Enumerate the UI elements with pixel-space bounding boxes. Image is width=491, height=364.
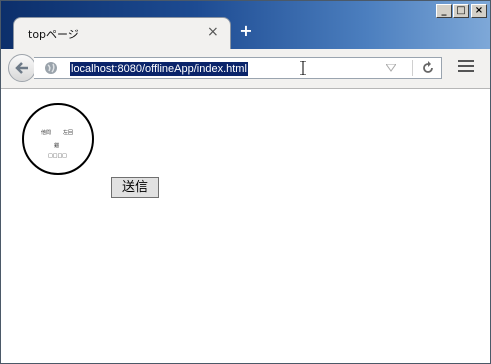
circle-figure: 他問 左回 錨 □□□□ bbox=[22, 103, 94, 175]
tab-top-page[interactable]: topページ × bbox=[13, 17, 231, 49]
dropdown-arrow-icon[interactable] bbox=[386, 64, 396, 72]
plus-icon[interactable]: + bbox=[238, 23, 254, 39]
circle-label: 錨 bbox=[54, 143, 60, 149]
back-arrow-icon bbox=[15, 62, 28, 74]
text-cursor-icon bbox=[300, 61, 306, 75]
page-content: 他問 左回 錨 □□□□ 送信 bbox=[1, 89, 490, 363]
browser-window: _ □ × topページ × + localhost:8080/offlineA… bbox=[0, 0, 491, 364]
reload-icon bbox=[423, 61, 433, 73]
navigation-toolbar: localhost:8080/offlineApp/index.html bbox=[1, 49, 490, 89]
circle-label: 他問 bbox=[41, 130, 52, 136]
address-bar[interactable]: localhost:8080/offlineApp/index.html bbox=[34, 57, 442, 79]
circle-label: □□□□ bbox=[48, 153, 67, 159]
globe-icon bbox=[45, 62, 57, 74]
close-icon[interactable]: × bbox=[207, 24, 219, 40]
window-close-button[interactable]: × bbox=[471, 4, 487, 18]
maximize-button[interactable]: □ bbox=[453, 4, 469, 18]
reload-button[interactable] bbox=[412, 60, 441, 76]
send-button[interactable]: 送信 bbox=[111, 177, 159, 198]
title-bar: _ □ × topページ × + bbox=[1, 1, 490, 49]
hamburger-menu-icon[interactable] bbox=[458, 60, 474, 74]
url-text[interactable]: localhost:8080/offlineApp/index.html bbox=[70, 62, 248, 76]
tab-title: topページ bbox=[28, 28, 79, 41]
circle-label: 左回 bbox=[63, 130, 74, 136]
minimize-button[interactable]: _ bbox=[436, 4, 452, 18]
back-button[interactable] bbox=[8, 54, 36, 82]
